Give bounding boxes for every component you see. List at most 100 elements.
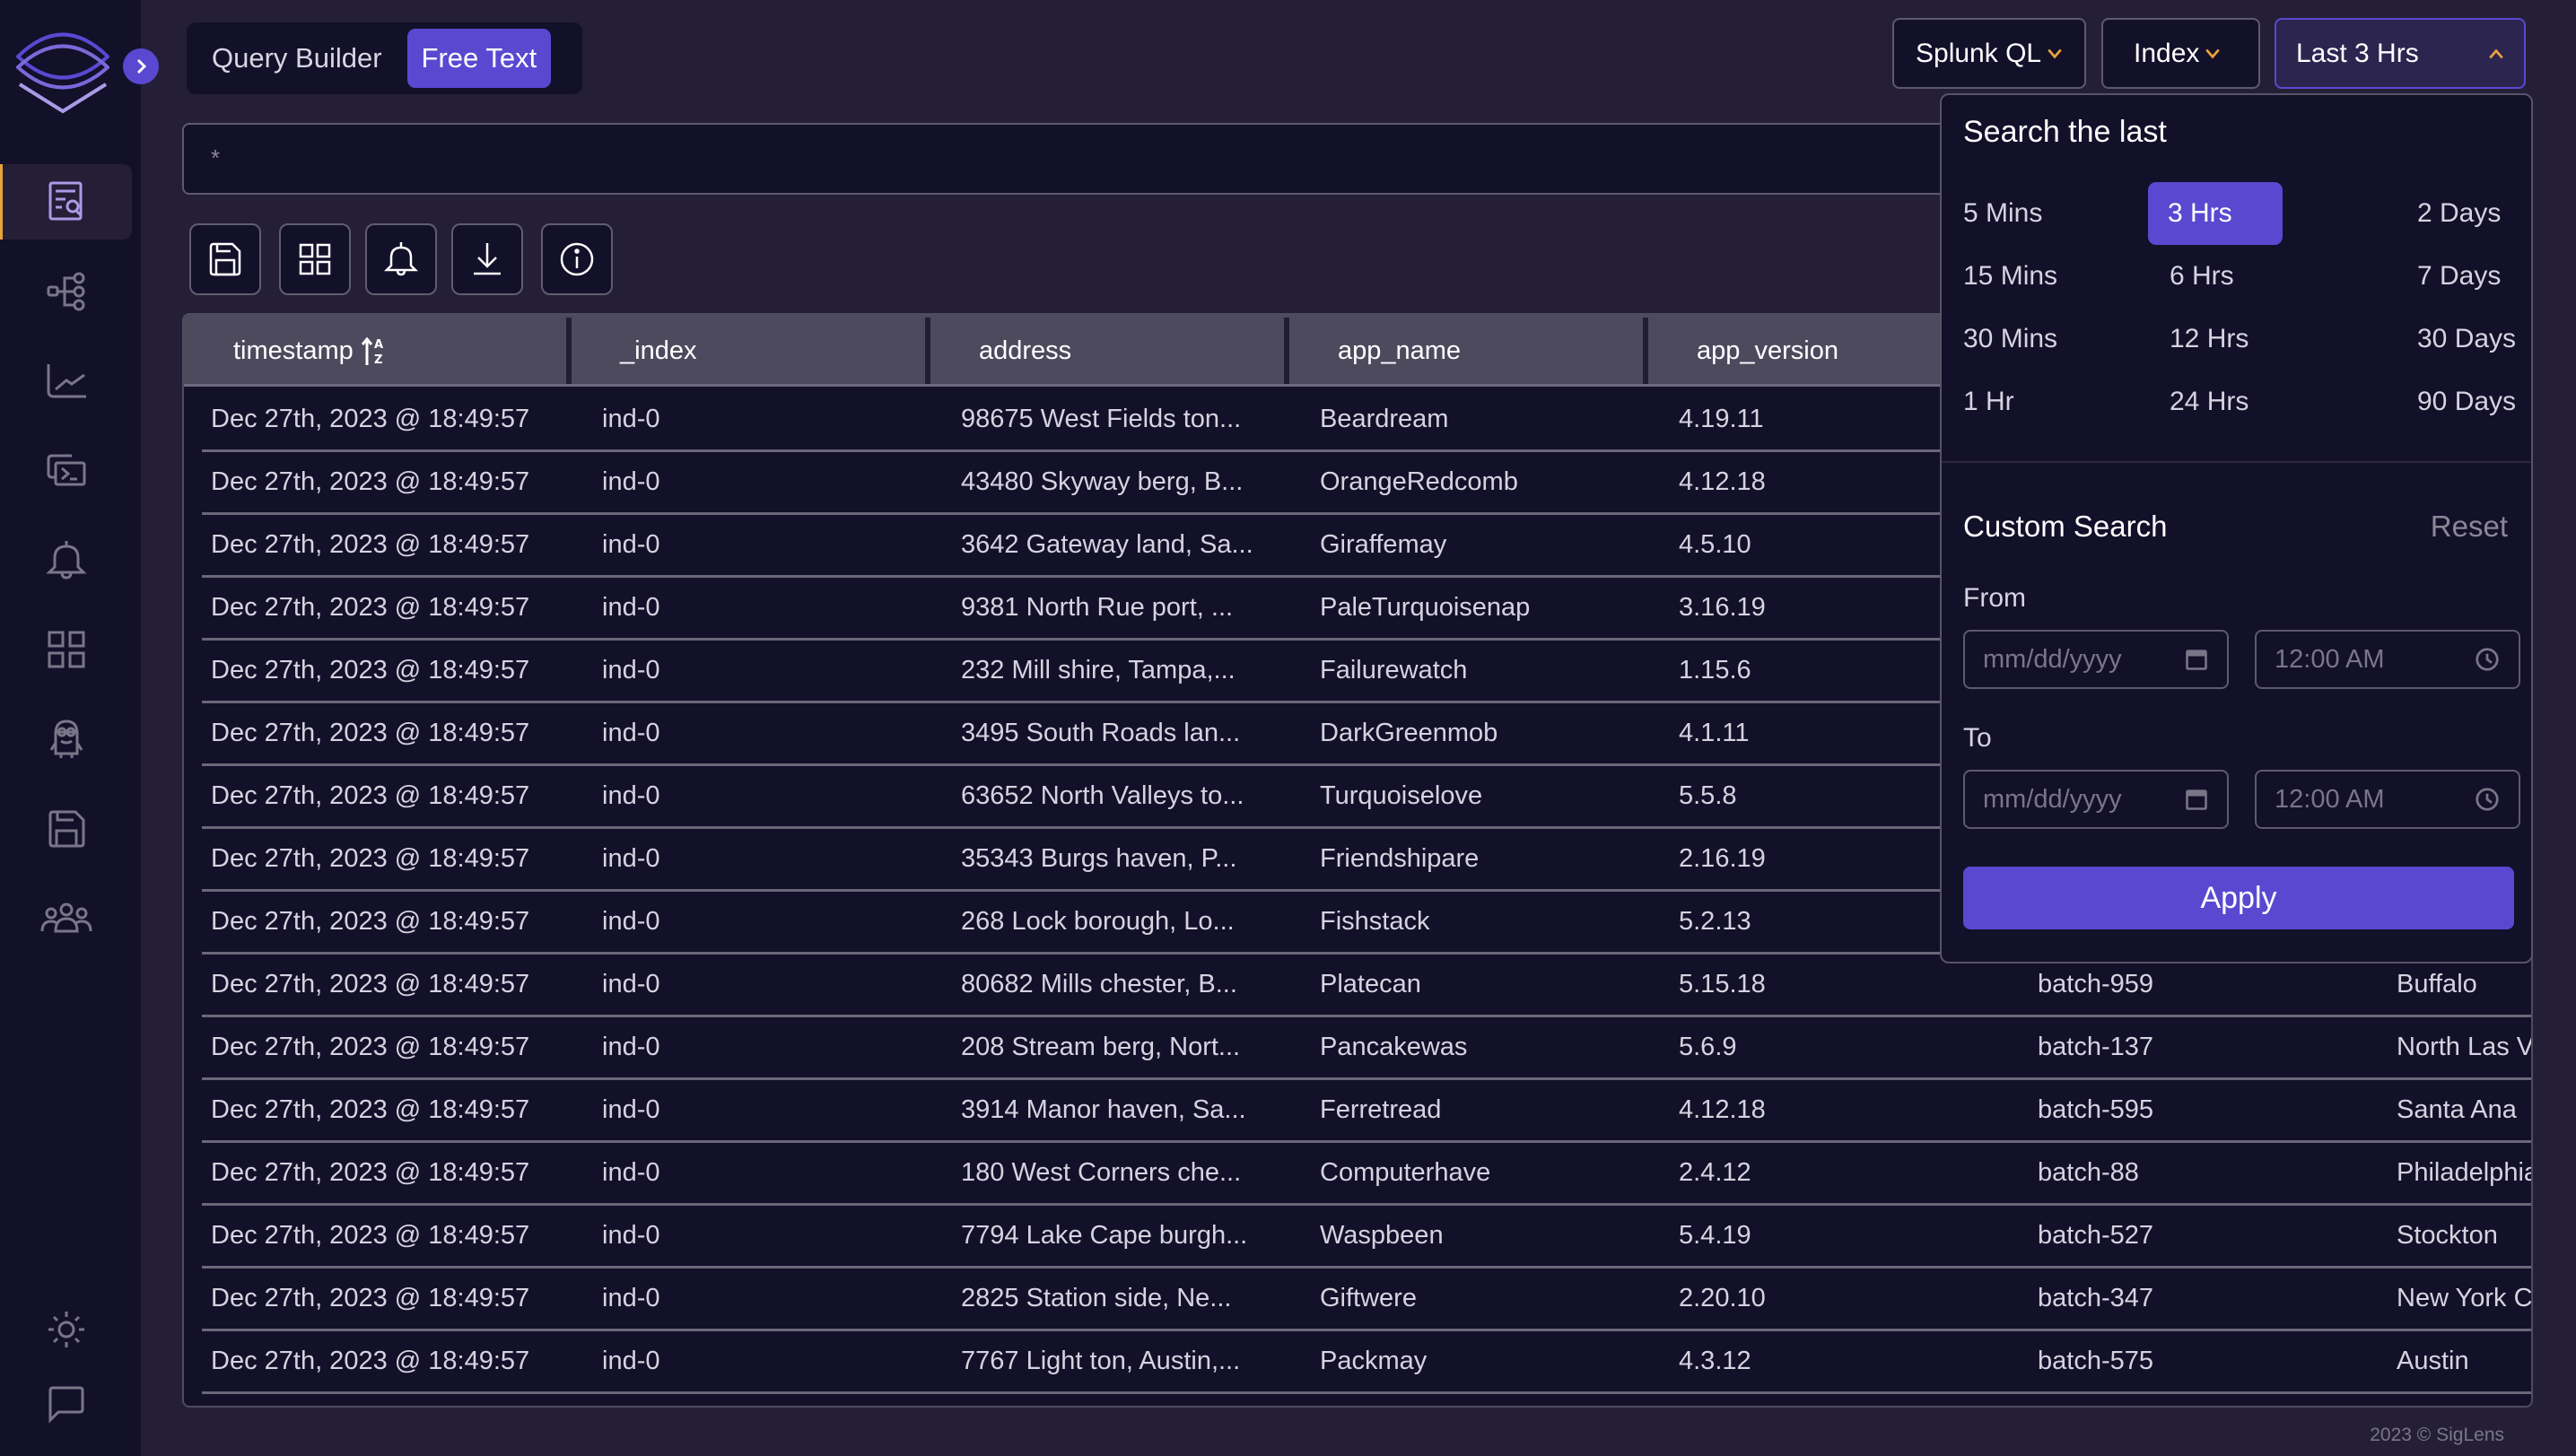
- time-preset-option[interactable]: 2 Days: [2417, 182, 2501, 245]
- cell-timestamp: Dec 27th, 2023 @ 18:49:57: [211, 1158, 530, 1187]
- query-language-select[interactable]: Splunk QL: [1892, 18, 2086, 89]
- table-row[interactable]: Dec 27th, 2023 @ 18:49:57 ind-0 3914 Manor…: [202, 1080, 2531, 1143]
- table-row[interactable]: Dec 27th, 2023 @ 18:49:57 ind-0 7794 Lake …: [202, 1206, 2531, 1269]
- table-row[interactable]: Dec 27th, 2023 @ 18:49:57 ind-0 80682 Mill…: [202, 955, 2531, 1017]
- column-header-index[interactable]: _index: [620, 315, 696, 387]
- column-header-timestamp[interactable]: timestamp A Z: [233, 315, 388, 387]
- preset-section-title: Search the last: [1963, 115, 2167, 149]
- info-button[interactable]: [541, 223, 613, 295]
- chevron-up-icon: [2488, 42, 2504, 65]
- clock-icon[interactable]: [2474, 786, 2501, 813]
- cell-app-name: Friendshipare: [1320, 844, 1480, 873]
- apply-button[interactable]: Apply: [1963, 867, 2514, 929]
- cell-address: 3642 Gateway land, Sa...: [961, 530, 1253, 559]
- theme-toggle-button[interactable]: [0, 1292, 132, 1367]
- column-resize-handle[interactable]: [1643, 318, 1648, 384]
- calendar-icon[interactable]: [2184, 787, 2209, 812]
- column-resize-handle[interactable]: [1284, 318, 1289, 384]
- create-alert-button[interactable]: [365, 223, 437, 295]
- sidebar-item-metrics[interactable]: [0, 343, 132, 418]
- cell-app-name: Fishstack: [1320, 907, 1430, 936]
- cell-city: Austin: [2397, 1347, 2469, 1375]
- add-to-dashboard-button[interactable]: [279, 223, 351, 295]
- sidebar-item-saved-queries[interactable]: [0, 791, 132, 867]
- table-row[interactable]: Dec 27th, 2023 @ 18:49:57 ind-0 7767 Light…: [202, 1331, 2531, 1394]
- sidebar-item-minion-searches[interactable]: [0, 702, 132, 777]
- column-header-app-name[interactable]: app_name: [1338, 315, 1461, 387]
- sidebar: [0, 0, 141, 1456]
- minion-icon: [49, 719, 83, 758]
- cell-timestamp: Dec 27th, 2023 @ 18:49:57: [211, 970, 530, 998]
- cell-timestamp: Dec 27th, 2023 @ 18:49:57: [211, 1394, 588, 1406]
- cell-index: ind-0: [602, 1095, 660, 1124]
- custom-search-title: Custom Search: [1963, 510, 2168, 543]
- time-preset-option[interactable]: 1 Hr: [1963, 371, 2014, 433]
- time-range-value: Last 3 Hrs: [2296, 38, 2419, 68]
- from-date-input[interactable]: mm/dd/yyyy: [1963, 630, 2229, 689]
- time-range-select[interactable]: Last 3 Hrs: [2275, 18, 2526, 89]
- time-preset-option[interactable]: 24 Hrs: [2170, 371, 2249, 433]
- chevron-down-icon: [2047, 42, 2063, 65]
- time-preset-option[interactable]: 6 Hrs: [2170, 245, 2234, 308]
- time-preset-option[interactable]: 15 Mins: [1963, 245, 2057, 308]
- table-row[interactable]: Dec 27th, 2023 @ 18:49:57 ind-0 4710 Fort …: [202, 1394, 2531, 1406]
- time-preset-option[interactable]: 90 Days: [2417, 371, 2516, 433]
- download-button[interactable]: [451, 223, 523, 295]
- cell-app-version: 5.6.9: [1679, 1033, 1737, 1061]
- cell-index: ind-0: [602, 1347, 660, 1375]
- column-resize-handle[interactable]: [566, 318, 572, 384]
- time-preset-option[interactable]: 30 Days: [2417, 308, 2516, 371]
- cell-timestamp: Dec 27th, 2023 @ 18:49:57: [211, 467, 530, 496]
- clock-icon[interactable]: [2474, 646, 2501, 673]
- cell-address: 208 Stream berg, Nort...: [961, 1033, 1241, 1061]
- users-icon: [40, 902, 92, 933]
- sidebar-item-live-tail[interactable]: [0, 432, 132, 508]
- cell-app-name: Beardream: [1320, 405, 1449, 433]
- cell-app-name: PaleTurquoisenap: [1320, 593, 1531, 622]
- siglens-logo[interactable]: [15, 32, 110, 115]
- sidebar-item-dashboards[interactable]: [0, 612, 132, 687]
- info-icon: [560, 242, 594, 276]
- sidebar-expand-button[interactable]: [123, 48, 159, 84]
- table-row[interactable]: Dec 27th, 2023 @ 18:49:57 ind-0 2825 Stati…: [202, 1269, 2531, 1331]
- from-time-input[interactable]: 12:00 AM: [2255, 630, 2520, 689]
- time-preset-option[interactable]: 12 Hrs: [2170, 308, 2249, 371]
- query-language-value: Splunk QL: [1916, 38, 2042, 68]
- sort-alpha-asc-icon[interactable]: A Z: [361, 335, 388, 367]
- cell-index: ind-0: [602, 1033, 660, 1061]
- cell-app-version: 4.3.12: [1679, 1347, 1751, 1375]
- bell-icon: [45, 541, 87, 580]
- time-preset-option[interactable]: 30 Mins: [1963, 308, 2057, 371]
- reset-button[interactable]: Reset: [2431, 510, 2508, 544]
- chevron-right-icon: [136, 58, 147, 74]
- to-time-input[interactable]: 12:00 AM: [2255, 770, 2520, 829]
- hierarchy-icon: [47, 272, 84, 311]
- column-resize-handle[interactable]: [925, 318, 930, 384]
- query-input[interactable]: *: [182, 123, 2066, 195]
- cell-timestamp: Dec 27th, 2023 @ 18:49:57: [211, 1221, 530, 1250]
- index-select[interactable]: Index: [2101, 18, 2260, 89]
- cell-index: ind-0: [602, 719, 660, 747]
- time-preset-option[interactable]: 7 Days: [2417, 245, 2501, 308]
- sidebar-item-alerts[interactable]: [0, 522, 132, 597]
- divider: [1942, 461, 2531, 463]
- cell-timestamp: Dec 27th, 2023 @ 18:49:57: [211, 844, 530, 873]
- cell-app-name: Packmay: [1320, 1347, 1428, 1375]
- cell-app-name: Pancakewas: [1320, 1033, 1468, 1061]
- table-row[interactable]: Dec 27th, 2023 @ 18:49:57 ind-0 208 Stream…: [202, 1017, 2531, 1080]
- tab-free-text[interactable]: Free Text: [406, 29, 552, 88]
- sidebar-item-search[interactable]: [0, 164, 132, 240]
- time-preset-option[interactable]: 5 Mins: [1963, 182, 2042, 245]
- table-row[interactable]: Dec 27th, 2023 @ 18:49:57 ind-0 180 West C…: [202, 1143, 2531, 1206]
- save-query-button[interactable]: [189, 223, 261, 295]
- time-preset-option[interactable]: 3 Hrs: [2148, 182, 2283, 245]
- column-header-app-version[interactable]: app_version: [1697, 315, 1838, 387]
- tab-query-builder[interactable]: Query Builder: [197, 29, 397, 88]
- sidebar-item-service-graph[interactable]: [0, 254, 132, 329]
- column-header-address[interactable]: address: [979, 315, 1071, 387]
- sidebar-item-users[interactable]: [0, 881, 132, 956]
- feedback-button[interactable]: [0, 1367, 132, 1443]
- to-date-input[interactable]: mm/dd/yyyy: [1963, 770, 2229, 829]
- calendar-icon[interactable]: [2184, 647, 2209, 672]
- time-range-dropdown: Search the last 5 Mins 3 Hrs 2 Days 15 Mins…: [1940, 93, 2533, 963]
